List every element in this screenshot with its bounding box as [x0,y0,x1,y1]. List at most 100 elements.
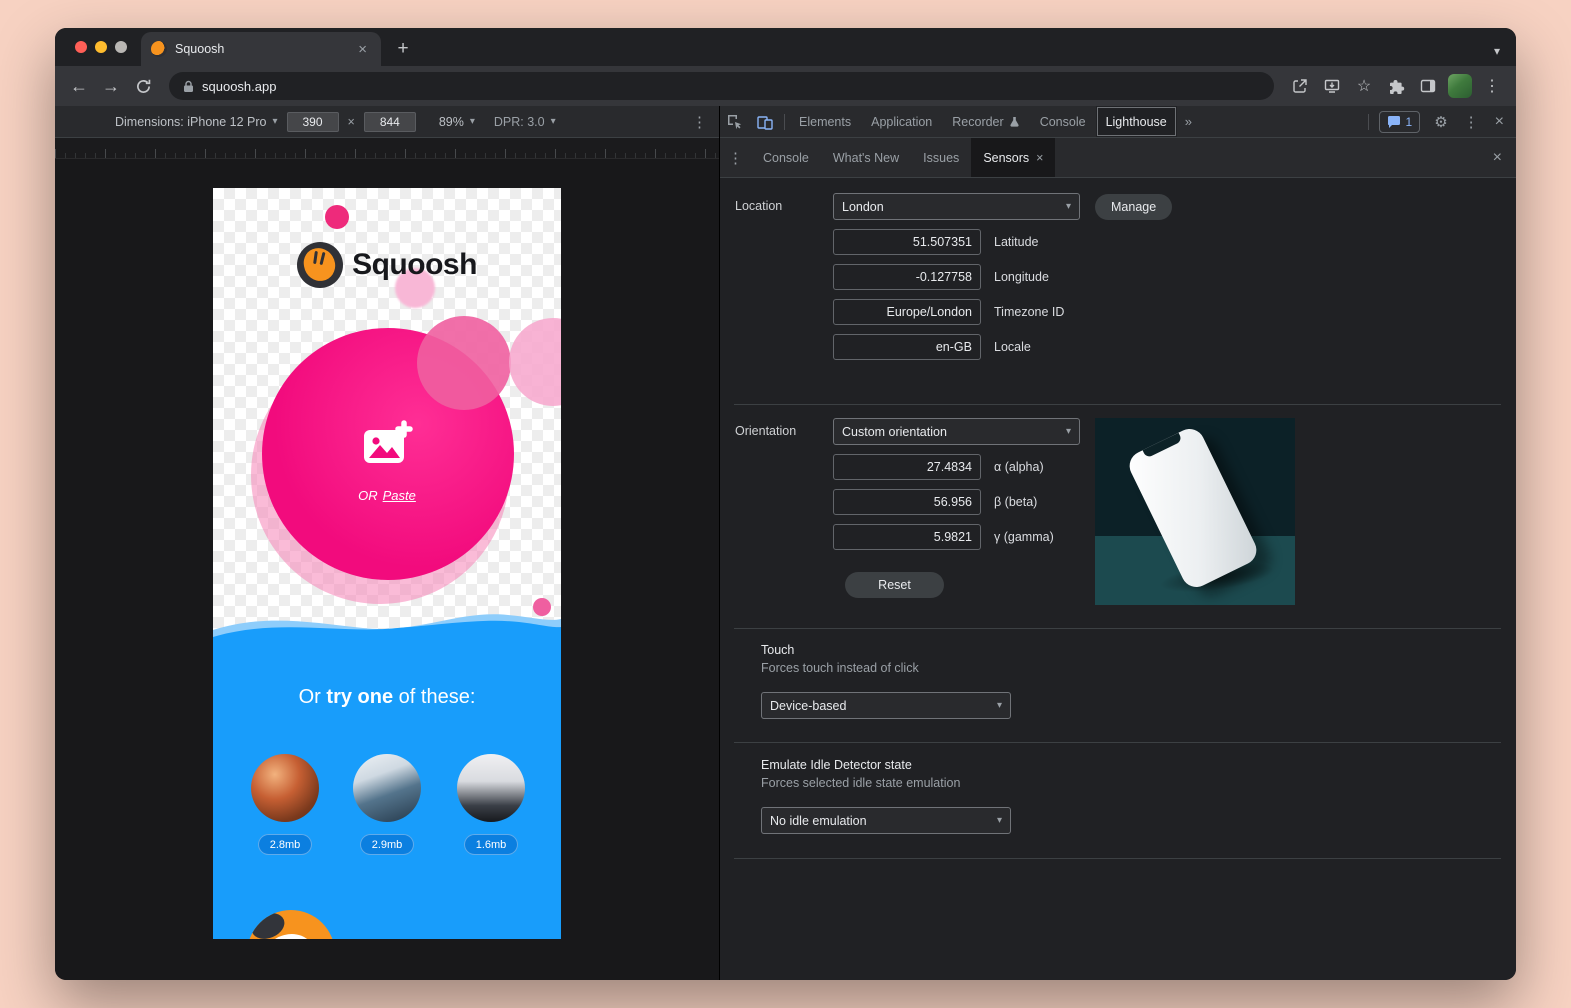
extensions-button[interactable] [1382,73,1410,99]
browser-tab[interactable]: Squoosh × [141,32,381,66]
share-button[interactable] [1286,73,1314,99]
pink-blob-right [509,318,561,406]
blue-wave [213,606,561,646]
idle-select[interactable]: No idle emulation ▾ [761,807,1011,834]
tab-application[interactable]: Application [861,106,942,137]
zoom-value: 89% [439,115,464,129]
traffic-light-zoom[interactable] [115,41,127,53]
dimensions-dropdown[interactable]: Dimensions: iPhone 12 Pro ▾ [115,115,278,129]
tab-elements[interactable]: Elements [789,106,861,137]
location-section: Location London ▾ Manage Latitude [735,193,1500,360]
beta-input[interactable] [833,489,981,515]
tab-recorder[interactable]: Recorder [942,106,1029,137]
more-tabs-button[interactable]: » [1177,114,1200,129]
device-toolbar-toggle[interactable] [750,109,780,135]
inspect-button[interactable] [720,109,750,135]
alpha-input[interactable] [833,454,981,480]
idle-select-value: No idle emulation [770,814,867,828]
divider [734,858,1501,859]
chevron-down-icon: ▾ [1066,426,1071,437]
add-image-icon [361,420,413,468]
reload-button[interactable] [129,72,157,100]
reset-button[interactable]: Reset [845,572,944,598]
chevron-down-icon: ▾ [272,116,277,127]
separator [784,114,785,130]
emulation-pane: Dimensions: iPhone 12 Pro ▾ × 89% ▾ DPR:… [55,106,720,980]
orientation-label: Orientation [735,418,833,598]
drawer-tab-console[interactable]: Console [751,138,821,177]
speech-bubble-icon [1387,115,1401,128]
sensors-tab-close-icon[interactable]: × [1036,151,1043,165]
tab-lighthouse[interactable]: Lighthouse [1096,106,1177,137]
tab-close-icon[interactable]: × [354,40,371,59]
url-text: squoosh.app [202,79,276,94]
longitude-input[interactable] [833,264,981,290]
chevron-down-icon: ▾ [997,815,1002,826]
timezone-input[interactable] [833,299,981,325]
device-toolbar-menu-icon[interactable]: ⋮ [692,113,707,131]
side-panel-button[interactable] [1414,73,1442,99]
traffic-light-close[interactable] [75,41,87,53]
latitude-input[interactable] [833,229,981,255]
devtools-tabbar: Elements Application Recorder Console Li… [720,106,1516,138]
touch-select[interactable]: Device-based ▾ [761,692,1011,719]
address-bar[interactable]: squoosh.app [169,72,1274,100]
width-input[interactable] [287,112,339,132]
idle-title: Emulate Idle Detector state [761,758,1500,772]
manage-button[interactable]: Manage [1095,194,1172,220]
browser-menu-button[interactable]: ⋮ [1478,73,1506,99]
latitude-label: Latitude [994,235,1038,249]
drawer-tabbar: ⋮ Console What's New Issues Sensors × × [720,138,1516,178]
locale-label: Locale [994,340,1031,354]
paste-link[interactable]: Paste [383,488,416,503]
bookmark-button[interactable]: ☆ [1350,73,1378,99]
dpr-dropdown[interactable]: DPR: 3.0 ▾ [494,115,556,129]
drawer-menu-button[interactable]: ⋮ [720,149,751,167]
drawer-tab-issues[interactable]: Issues [911,138,971,177]
add-image-button[interactable] [361,420,413,468]
touch-subtitle: Forces touch instead of click [761,661,1500,675]
open-in-new-icon [1292,78,1308,94]
location-select[interactable]: London ▾ [833,193,1080,220]
chevron-down-icon: ▾ [1066,201,1071,212]
device-toggle-icon [757,114,773,130]
idle-subtitle: Forces selected idle state emulation [761,776,1500,790]
gamma-input[interactable] [833,524,981,550]
orientation-select[interactable]: Custom orientation ▾ [833,418,1080,445]
settings-gear-button[interactable]: ⚙ [1426,113,1455,131]
locale-input[interactable] [833,334,981,360]
location-label: Location [735,193,833,360]
dpr-value: DPR: 3.0 [494,115,545,129]
devtools-close-button[interactable]: × [1487,113,1512,131]
drawer-tab-sensors[interactable]: Sensors × [971,138,1055,177]
demo-image-phone[interactable] [457,754,525,822]
alpha-label: α (alpha) [994,460,1044,474]
demo-image-photographer[interactable] [353,754,421,822]
devtools-menu-button[interactable]: ⋮ [1456,113,1487,131]
tab-bar: Squoosh × + ▾ [55,28,1516,66]
orientation-preview[interactable] [1095,418,1295,605]
height-input[interactable] [364,112,416,132]
new-tab-button[interactable]: + [389,35,417,63]
profile-avatar[interactable] [1446,73,1474,99]
squoosh-logo: Squoosh [213,242,561,288]
demo-image-red-panda[interactable] [251,754,319,822]
chevron-down-icon: ▾ [470,116,475,127]
issues-counter[interactable]: 1 [1379,111,1421,133]
tab-search-chevron-icon[interactable]: ▾ [1494,44,1500,58]
sensors-panel: Location London ▾ Manage Latitude [720,178,1516,980]
back-button[interactable]: ← [65,72,93,100]
sidebar-icon [1420,78,1436,94]
squoosh-favicon-icon [151,41,167,57]
touch-section: Touch Forces touch instead of click Devi… [735,643,1500,719]
puzzle-icon [1388,78,1405,95]
zoom-dropdown[interactable]: 89% ▾ [439,115,475,129]
install-app-button[interactable] [1318,73,1346,99]
orientation-section: Orientation Custom orientation ▾ α (alph… [735,418,1500,598]
drawer-close-button[interactable]: × [1485,149,1510,167]
traffic-light-minimize[interactable] [95,41,107,53]
tab-console[interactable]: Console [1030,106,1096,137]
drawer-tab-whats-new[interactable]: What's New [821,138,911,177]
forward-button[interactable]: → [97,72,125,100]
touch-select-value: Device-based [770,699,846,713]
